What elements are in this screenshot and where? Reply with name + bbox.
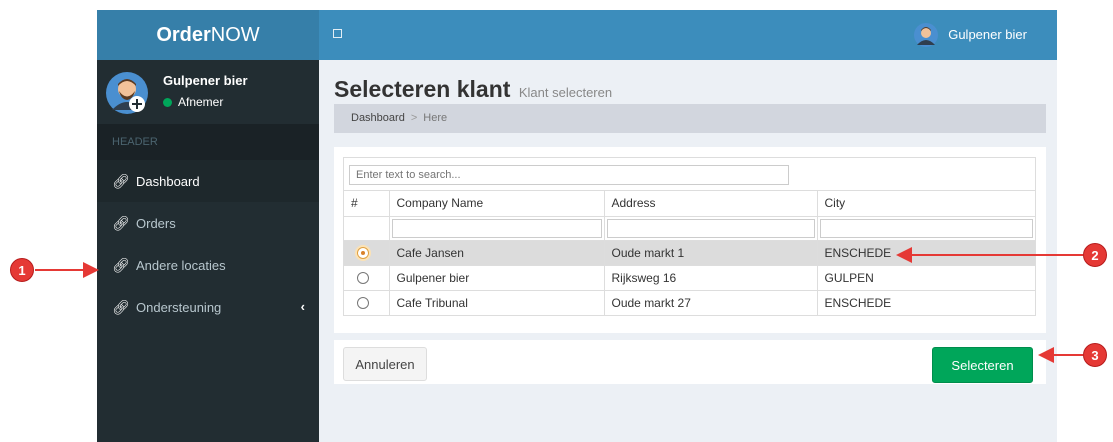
annotation-callout-1: 1 <box>10 258 34 282</box>
annotation-overlay <box>35 247 1083 363</box>
annotation-callout-3: 3 <box>1083 343 1107 367</box>
annotation-callout-2: 2 <box>1083 243 1107 267</box>
